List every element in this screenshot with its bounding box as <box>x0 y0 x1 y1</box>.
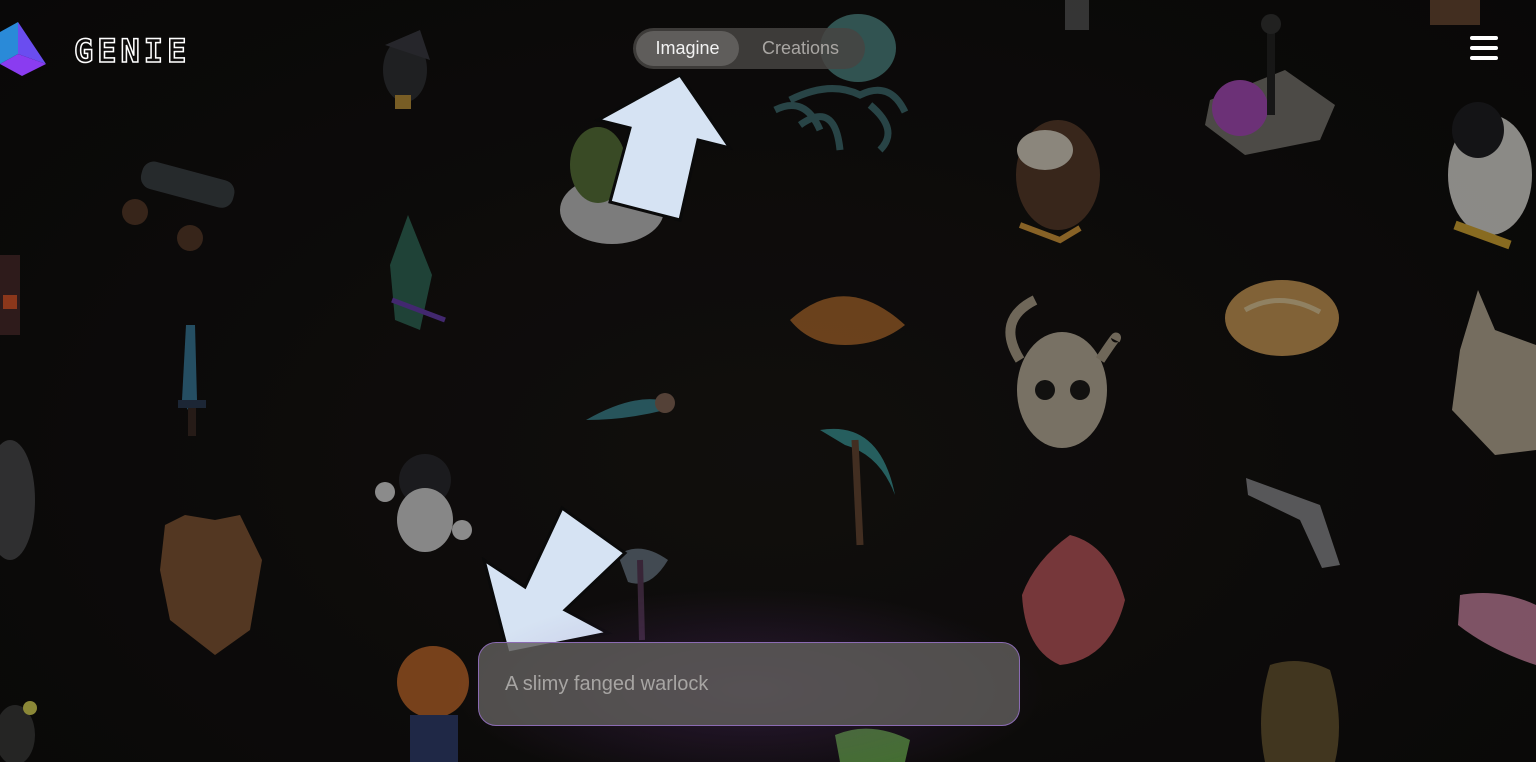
tab-creations[interactable]: Creations <box>739 31 862 66</box>
genie-logo-mark-icon <box>0 22 46 76</box>
app-name: GENIE <box>73 31 191 71</box>
tab-imagine[interactable]: Imagine <box>636 31 740 66</box>
genie-app: GENIE Imagine Creations <box>0 0 1536 762</box>
view-tabs: Imagine Creations <box>633 28 865 69</box>
prompt-input[interactable] <box>503 671 1019 697</box>
hamburger-menu-icon[interactable] <box>1470 36 1498 60</box>
genie-logo[interactable]: GENIE <box>0 22 187 76</box>
arrow-up-annotation <box>593 73 734 222</box>
prompt-box <box>478 642 1020 726</box>
